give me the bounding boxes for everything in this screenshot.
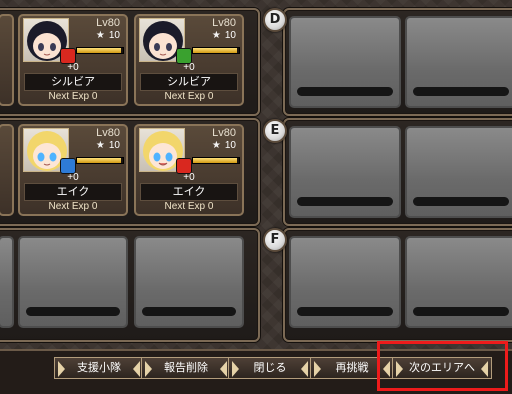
plus-value: +0 — [183, 172, 195, 183]
row-label-e: E — [263, 119, 287, 143]
empty-slot[interactable] — [405, 126, 512, 218]
level-label: Lv80 — [96, 17, 120, 29]
character-name: エイク — [140, 183, 238, 201]
close-button[interactable]: 閉じる — [228, 357, 312, 379]
plus-value: +0 — [67, 62, 79, 73]
level-label: Lv80 — [212, 127, 236, 139]
star-icon: ★ — [95, 30, 105, 41]
empty-slot[interactable] — [18, 236, 128, 328]
next-exp: Next Exp 0 — [48, 91, 98, 102]
game-screen: Lv80 ★ 10 +0 シルビア Next Exp 0 Lv80 ★ 10 +0 … — [0, 0, 512, 394]
empty-slot[interactable] — [134, 236, 244, 328]
row-label-d: D — [263, 8, 287, 32]
character-name: シルビア — [24, 73, 122, 91]
character-name: エイク — [24, 183, 122, 201]
empty-slot[interactable] — [405, 16, 512, 108]
character-name: シルビア — [140, 73, 238, 91]
star-icon: ★ — [95, 140, 105, 151]
next-exp: Next Exp 0 — [164, 201, 214, 212]
empty-slot[interactable] — [289, 16, 401, 108]
character-card-partial[interactable] — [0, 14, 14, 106]
character-card[interactable]: Lv80 ★ 10 +0 シルビア Next Exp 0 — [18, 14, 128, 106]
delete-report-button[interactable]: 報告削除 — [141, 357, 231, 379]
exp-bar — [76, 47, 124, 54]
star-rank: ★ 10 — [211, 30, 236, 41]
left-arrow-icon — [58, 361, 65, 377]
right-arrow-icon — [220, 361, 227, 377]
left-arrow-icon — [145, 361, 152, 377]
empty-slot[interactable] — [0, 236, 14, 328]
right-arrow-icon — [301, 361, 308, 377]
highlight-box — [377, 341, 508, 391]
next-exp: Next Exp 0 — [164, 91, 214, 102]
star-icon: ★ — [211, 30, 221, 41]
next-exp: Next Exp 0 — [48, 201, 98, 212]
character-card[interactable]: Lv80 ★ 10 +0 エイク Next Exp 0 — [134, 124, 244, 216]
star-rank: ★ 10 — [211, 140, 236, 151]
row-label-f: F — [263, 228, 287, 252]
star-rank: ★ 10 — [95, 140, 120, 151]
star-rank: ★ 10 — [95, 30, 120, 41]
left-arrow-icon — [314, 361, 321, 377]
level-label: Lv80 — [96, 127, 120, 139]
support-squad-button[interactable]: 支援小隊 — [54, 357, 144, 379]
empty-slot[interactable] — [289, 236, 401, 328]
empty-slot[interactable] — [405, 236, 512, 328]
left-arrow-icon — [232, 361, 239, 377]
exp-bar — [192, 157, 240, 164]
plus-value: +0 — [183, 62, 195, 73]
star-icon: ★ — [211, 140, 221, 151]
exp-bar — [192, 47, 240, 54]
character-card-partial[interactable] — [0, 124, 14, 216]
level-label: Lv80 — [212, 17, 236, 29]
right-arrow-icon — [133, 361, 140, 377]
character-card[interactable]: Lv80 ★ 10 +0 シルビア Next Exp 0 — [134, 14, 244, 106]
plus-value: +0 — [67, 172, 79, 183]
empty-slot[interactable] — [289, 126, 401, 218]
exp-bar — [76, 157, 124, 164]
character-card[interactable]: Lv80 ★ 10 +0 エイク Next Exp 0 — [18, 124, 128, 216]
